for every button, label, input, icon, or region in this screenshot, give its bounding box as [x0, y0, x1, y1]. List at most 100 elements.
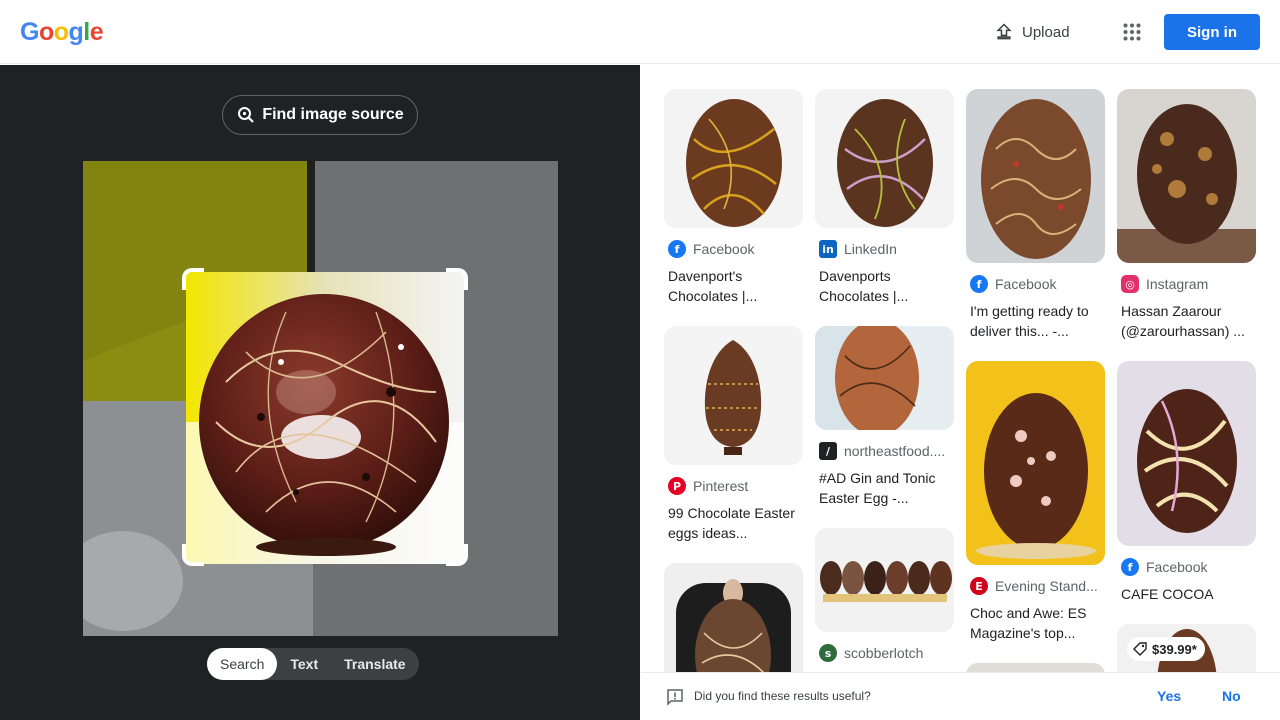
instagram-icon: ◎: [1121, 275, 1139, 293]
sign-in-button[interactable]: Sign in: [1164, 14, 1260, 50]
egg-thumbnail: [966, 663, 1105, 672]
result-card[interactable]: s scobberlotch: [815, 528, 955, 662]
result-source[interactable]: f Facebook: [668, 240, 804, 258]
result-source[interactable]: s scobberlotch: [819, 644, 955, 662]
price-badge: $39.99*: [1127, 637, 1205, 661]
query-image[interactable]: [83, 161, 558, 636]
source-name: Evening Stand...: [995, 578, 1098, 594]
result-source[interactable]: ◎ Instagram: [1121, 275, 1257, 293]
crop-handle-top-left[interactable]: [182, 268, 204, 290]
result-card[interactable]: [664, 563, 804, 672]
result-thumbnail[interactable]: [815, 528, 954, 632]
result-card[interactable]: in LinkedIn Davenports Chocolates |...: [815, 89, 955, 306]
facebook-icon: f: [668, 240, 686, 258]
egg-thumbnail: [664, 563, 803, 672]
apps-grid-icon: [1123, 23, 1141, 41]
egg-thumbnail: [815, 528, 954, 632]
result-title[interactable]: #AD Gin and Tonic Easter Egg -...: [819, 468, 951, 508]
result-source[interactable]: f Facebook: [1121, 558, 1257, 576]
pinterest-icon: P: [668, 477, 686, 495]
result-card[interactable]: f Facebook I'm getting ready to deliver …: [966, 89, 1106, 341]
result-card[interactable]: E Evening Stand... Choc and Awe: ES Maga…: [966, 361, 1106, 643]
source-name: northeastfood....: [844, 443, 946, 459]
evening-standard-icon: E: [970, 577, 988, 595]
lens-search-icon: [238, 107, 255, 123]
feedback-icon: [667, 689, 683, 706]
price-value: $39.99*: [1152, 641, 1197, 657]
logo-letter: G: [20, 18, 39, 46]
result-source[interactable]: E Evening Stand...: [970, 577, 1106, 595]
result-thumbnail[interactable]: [815, 326, 954, 430]
tab-translate[interactable]: Translate: [331, 648, 418, 680]
result-thumbnail[interactable]: [1117, 361, 1256, 546]
result-thumbnail[interactable]: [966, 361, 1105, 565]
feedback-bar: Did you find these results useful? Yes N…: [641, 672, 1280, 720]
result-source[interactable]: f Facebook: [970, 275, 1106, 293]
result-title[interactable]: CAFE COCOA: [1121, 584, 1253, 604]
result-source[interactable]: in LinkedIn: [819, 240, 955, 258]
logo-letter: o: [53, 18, 69, 46]
feedback-yes-button[interactable]: Yes: [1157, 688, 1181, 704]
scobberlotch-icon: s: [819, 644, 837, 662]
result-title[interactable]: 99 Chocolate Easter eggs ideas...: [668, 503, 800, 543]
result-card[interactable]: P Pinterest 99 Chocolate Easter eggs ide…: [664, 326, 804, 543]
result-thumbnail[interactable]: [664, 89, 803, 228]
result-thumbnail[interactable]: [664, 326, 803, 465]
facebook-icon: f: [1121, 558, 1139, 576]
top-bar: Google Upload Sign in: [0, 0, 1280, 64]
egg-thumbnail: [966, 361, 1105, 565]
result-card[interactable]: / northeastfood.... #AD Gin and Tonic Ea…: [815, 326, 955, 508]
crop-handle-bottom-left[interactable]: [182, 544, 204, 566]
source-name: Facebook: [995, 276, 1057, 292]
logo-letter: e: [89, 18, 104, 46]
egg-thumbnail: [1117, 89, 1256, 263]
facebook-icon: f: [970, 275, 988, 293]
result-thumbnail[interactable]: [966, 663, 1105, 672]
result-title[interactable]: Hassan Zaarour (@zarourhassan) ...: [1121, 301, 1253, 341]
result-source[interactable]: / northeastfood....: [819, 442, 955, 460]
egg-thumbnail: [815, 326, 954, 430]
logo-letter: g: [68, 18, 84, 46]
source-name: LinkedIn: [844, 241, 897, 257]
result-title[interactable]: Choc and Awe: ES Magazine's top...: [970, 603, 1102, 643]
upload-icon: [996, 23, 1012, 40]
egg-thumbnail: [815, 89, 954, 228]
lens-mode-tabs: Search Text Translate: [207, 648, 419, 680]
linkedin-icon: in: [819, 240, 837, 258]
crop-handle-top-right[interactable]: [446, 268, 468, 290]
feedback-question: Did you find these results useful?: [694, 689, 871, 703]
price-tag-icon: [1133, 642, 1147, 656]
source-name: Pinterest: [693, 478, 749, 494]
egg-thumbnail: [966, 89, 1105, 263]
crop-selection[interactable]: [186, 272, 464, 564]
result-thumbnail[interactable]: [664, 563, 803, 672]
feedback-no-button[interactable]: No: [1222, 688, 1241, 704]
google-logo[interactable]: Google: [20, 18, 104, 47]
northeastfood-icon: /: [819, 442, 837, 460]
result-card[interactable]: ◎ Instagram Hassan Zaarour (@zarourhassa…: [1117, 89, 1257, 341]
lens-image-panel: Find image source Search Text Translate: [0, 65, 640, 720]
egg-thumbnail: [1117, 361, 1256, 546]
logo-letter: o: [38, 18, 54, 46]
upload-button[interactable]: Upload: [984, 14, 1080, 50]
result-title[interactable]: Davenports Chocolates |...: [819, 266, 951, 306]
source-name: Facebook: [1146, 559, 1208, 575]
source-name: Instagram: [1146, 276, 1209, 292]
find-source-label: Find image source: [262, 106, 404, 123]
result-thumbnail[interactable]: $39.99*: [1117, 624, 1256, 672]
result-title[interactable]: Davenport's Chocolates |...: [668, 266, 800, 306]
tab-text[interactable]: Text: [277, 648, 331, 680]
find-image-source-button[interactable]: Find image source: [222, 95, 418, 135]
tab-search[interactable]: Search: [207, 648, 278, 680]
result-card[interactable]: $39.99*: [1117, 624, 1257, 672]
result-card[interactable]: f Facebook Davenport's Chocolates |...: [664, 89, 804, 306]
crop-handle-bottom-right[interactable]: [446, 544, 468, 566]
result-title[interactable]: I'm getting ready to deliver this... -..…: [970, 301, 1102, 341]
result-thumbnail[interactable]: [1117, 89, 1256, 263]
result-card[interactable]: [966, 663, 1106, 672]
result-thumbnail[interactable]: [815, 89, 954, 228]
result-thumbnail[interactable]: [966, 89, 1105, 263]
apps-button[interactable]: [1114, 14, 1150, 50]
result-card[interactable]: f Facebook CAFE COCOA: [1117, 361, 1257, 604]
result-source[interactable]: P Pinterest: [668, 477, 804, 495]
